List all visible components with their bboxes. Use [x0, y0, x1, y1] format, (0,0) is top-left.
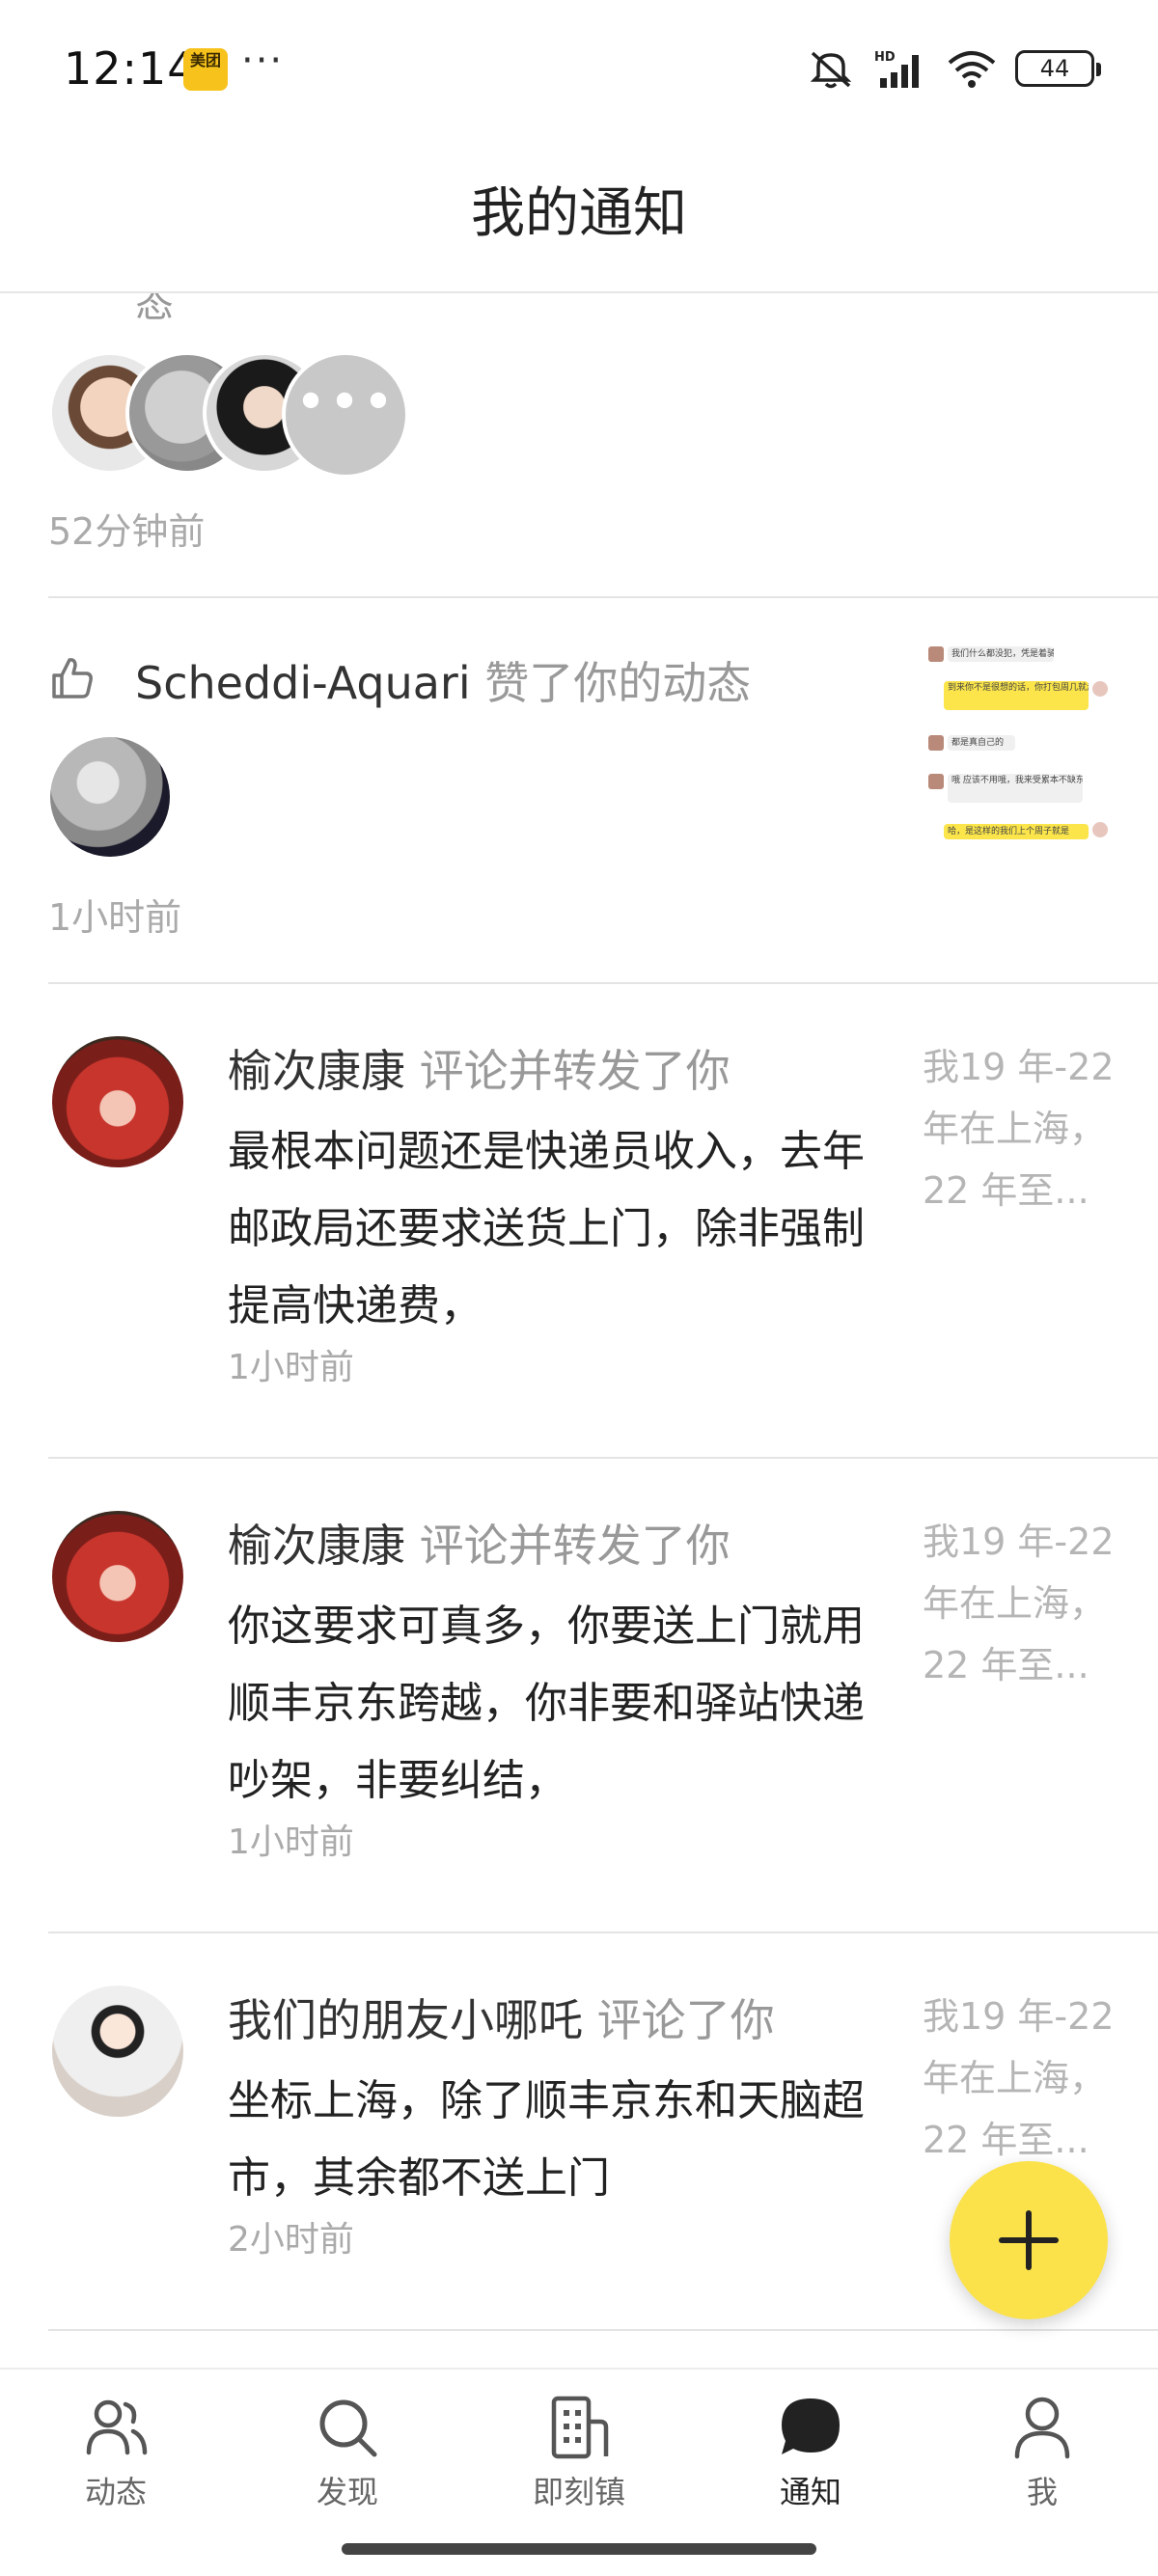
mute-icon	[810, 51, 852, 89]
user-name[interactable]: 我们的朋友小哪吒	[228, 1994, 583, 2046]
user-name[interactable]: 榆次康康	[228, 1520, 405, 1572]
nav-label: 通知	[779, 2474, 841, 2510]
svg-text:HD: HD	[874, 50, 896, 65]
avatar[interactable]	[52, 1036, 183, 1167]
partial-text: 态	[135, 293, 174, 326]
liker-avatars: •••	[48, 351, 434, 479]
people-icon	[86, 2399, 148, 2455]
notification-time: 2小时前	[228, 2220, 354, 2260]
signal-icon: HD	[874, 50, 919, 88]
nav-label: 发现	[316, 2474, 378, 2510]
home-indicator[interactable]	[342, 2543, 816, 2555]
like-title: Scheddi-Aquari 赞了你的动态	[135, 648, 751, 712]
meituan-app-icon: 美团	[183, 48, 228, 91]
divider	[48, 982, 1158, 984]
comment-title: 我们的朋友小哪吒 评论了你	[228, 1986, 775, 2049]
thumbs-up-icon	[52, 658, 93, 699]
status-bar: 12:14 美团 ··· HD 44	[0, 0, 1158, 135]
divider	[48, 2329, 1158, 2331]
nav-item-me[interactable]: 我	[946, 2393, 1139, 2512]
nav-label: 即刻镇	[532, 2474, 625, 2510]
page-title: 我的通知	[471, 182, 687, 245]
more-avatars-button[interactable]: •••	[282, 351, 409, 479]
screen: 12:14 美团 ··· HD 44 我的通知 态 ••• 52分钟前 Sche…	[0, 0, 1158, 2576]
avatar[interactable]	[50, 737, 170, 857]
notification-list[interactable]: 态 ••• 52分钟前 Scheddi-Aquari 赞了你的动态 1小时前 我…	[0, 293, 1158, 2368]
avatar[interactable]	[52, 1986, 183, 2117]
comment-title: 榆次康康 评论并转发了你	[228, 1511, 731, 1575]
more-notifications-icon: ···	[241, 39, 285, 83]
wifi-icon	[948, 51, 996, 88]
building-icon	[551, 2396, 609, 2459]
person-icon	[1014, 2397, 1070, 2459]
nav-item-discover[interactable]: 发现	[251, 2393, 444, 2512]
notification-action: 评论了你	[596, 1994, 775, 2046]
notification-action: 赞了你的动态	[484, 657, 752, 709]
notification-action: 评论并转发了你	[419, 1520, 731, 1572]
compose-button[interactable]	[950, 2161, 1108, 2319]
nav-label: 我	[1026, 2474, 1058, 2510]
notification-action: 评论并转发了你	[419, 1045, 731, 1097]
page-header: 我的通知	[0, 135, 1158, 293]
comment-content: 你这要求可真多，你要送上门就用顺丰京东跨越，你非要和驿站快递吵架，非要纠结，	[228, 1602, 865, 1805]
nav-item-dynamics[interactable]: 动态	[19, 2393, 212, 2512]
user-name[interactable]: Scheddi-Aquari	[135, 657, 471, 709]
notification-time: 1小时前	[48, 896, 182, 939]
comment-content: 坐标上海，除了顺丰京东和天脑超市，其余都不送上门	[228, 2076, 865, 2203]
search-icon	[319, 2399, 377, 2457]
nav-item-town[interactable]: 即刻镇	[482, 2393, 676, 2512]
comment-title: 榆次康康 评论并转发了你	[228, 1036, 731, 1100]
user-name[interactable]: 榆次康康	[228, 1045, 405, 1097]
divider	[48, 1457, 1158, 1459]
status-icons: HD 44	[805, 44, 1101, 93]
notification-time: 52分钟前	[48, 510, 206, 553]
notification-time: 1小时前	[228, 1822, 354, 1862]
nav-label: 动态	[84, 2474, 147, 2510]
original-post-snippet[interactable]: 我19 年-22 年在上海，22 年至...	[923, 1511, 1125, 1696]
comment-content: 最根本问题还是快递员收入，去年邮政局还要求送货上门，除非强制提高快递费，	[228, 1127, 865, 1330]
chat-bubble-icon	[782, 2398, 840, 2454]
avatar[interactable]	[52, 1511, 183, 1642]
battery-indicator: 44	[1015, 50, 1101, 87]
status-time: 12:14	[64, 42, 197, 95]
original-post-snippet[interactable]: 我19 年-22 年在上海，22 年至...	[923, 1986, 1125, 2171]
notification-time: 1小时前	[228, 1348, 354, 1387]
nav-item-notifications[interactable]: 通知	[714, 2393, 907, 2512]
original-post-snippet[interactable]: 我19 年-22 年在上海，22 年至...	[923, 1036, 1125, 1221]
post-thumbnail[interactable]: 我们什么都没犯，凭是着骑小 到来你不是很想的话，你打包周几就走好了 可以验件哪里…	[917, 635, 1110, 847]
plus-icon	[999, 2210, 1059, 2270]
divider	[48, 1932, 1158, 1933]
divider	[48, 596, 1158, 598]
